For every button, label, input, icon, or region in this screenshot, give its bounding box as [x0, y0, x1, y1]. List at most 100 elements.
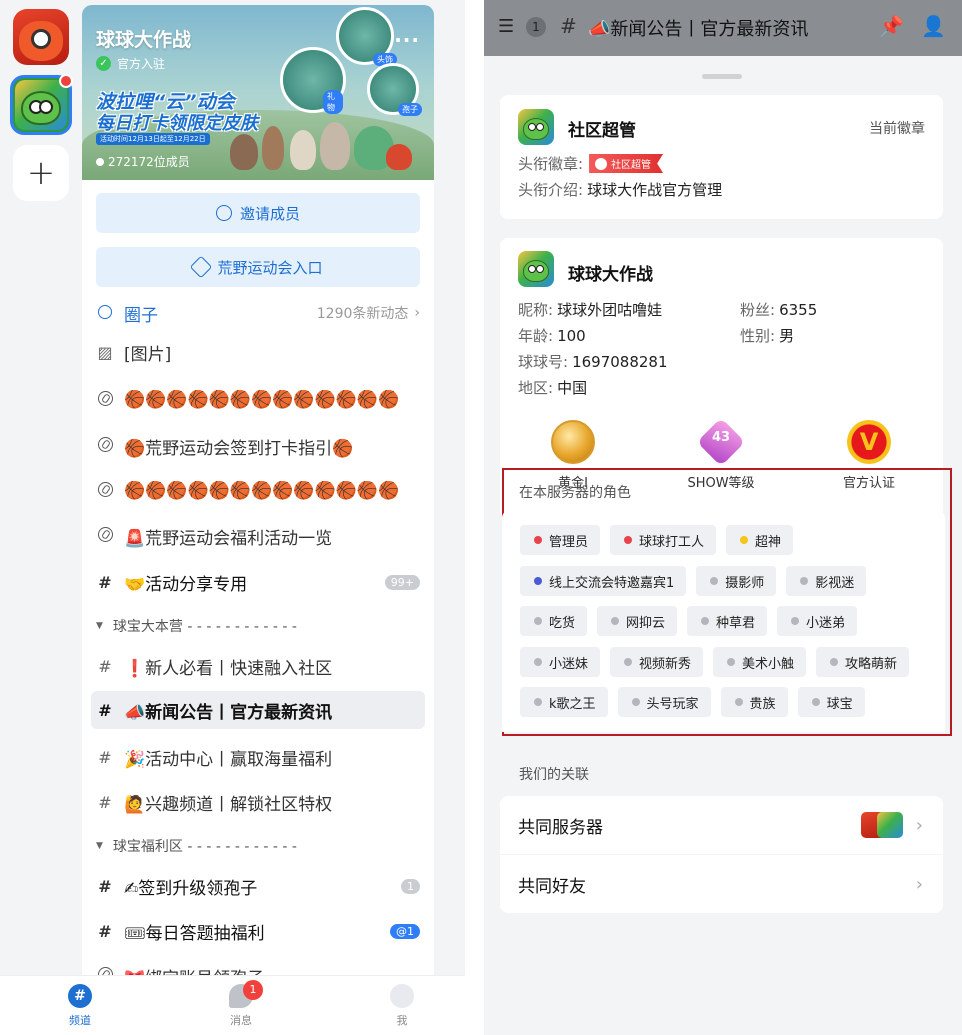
bubble-gift: 礼物 — [280, 47, 346, 114]
role-chip[interactable]: 种草君 — [687, 606, 768, 636]
channel-image-post[interactable]: ▨ [图片] — [96, 333, 420, 371]
channel-interest[interactable]: # 🙋兴趣频道丨解锁社区特权 — [96, 783, 420, 821]
common-friends-row[interactable]: 共同好友 › — [500, 855, 943, 913]
link-icon — [97, 481, 113, 497]
roles-title: 在本服务器的角色 — [519, 485, 631, 501]
chevron-right-icon: › — [915, 873, 923, 895]
hash-icon: # — [560, 14, 577, 38]
role-chip[interactable]: 攻略萌新 — [816, 647, 910, 677]
chevron-right-icon: › — [915, 814, 923, 836]
channel-activity-center[interactable]: # 🎉活动中心丨赢取海量福利 — [96, 738, 420, 776]
pin-icon[interactable]: 📌 — [879, 14, 904, 38]
role-chip[interactable]: 摄影师 — [696, 566, 777, 596]
role-color-dot — [534, 577, 542, 585]
roles-list: 管理员 球球打工人 超神线上交流会特邀嘉宾1 摄影师 影视迷吃货 网抑云 种草君 小迷弟小迷妹… — [502, 510, 945, 732]
circle-entry[interactable]: 圈子 1290条新动态 › — [96, 294, 420, 332]
channel-checkin[interactable]: # ✍签到升级领孢子 1 — [96, 867, 420, 905]
more-icon[interactable]: ... — [394, 23, 420, 47]
role-color-dot — [631, 698, 640, 706]
add-server-button[interactable]: + — [13, 145, 69, 201]
avatar — [390, 984, 414, 1008]
hash-icon: # — [98, 700, 112, 720]
channel-link[interactable]: 🏀🏀🏀🏀🏀🏀🏀🏀🏀🏀🏀🏀🏀 — [96, 381, 420, 419]
role-color-dot — [534, 536, 542, 544]
hash-icon: # — [98, 656, 112, 676]
link-icon — [97, 436, 113, 452]
role-chip[interactable]: 超神 — [726, 525, 794, 555]
link-icon — [97, 966, 113, 975]
server-icon-qiuqiu[interactable] — [10, 74, 73, 135]
channel-activity-share[interactable]: # 🤝活动分享专用 99+ — [96, 563, 420, 601]
channel-link[interactable]: 🏀荒野运动会签到打卡指引🏀 — [96, 427, 420, 465]
role-chip[interactable]: k歌之王 — [520, 687, 608, 717]
role-chip[interactable]: 小迷妹 — [520, 647, 601, 677]
hash-lock-icon: # — [98, 876, 112, 896]
promo-subtitle: 每日打卡领限定皮肤 — [96, 113, 258, 134]
role-chip[interactable]: 球球打工人 — [610, 525, 717, 555]
add-user-icon — [215, 205, 232, 221]
caret-down-icon: ▼ — [96, 621, 103, 631]
drag-handle[interactable] — [702, 74, 742, 79]
verified-v-icon: V — [847, 420, 891, 464]
channel-daily-quiz[interactable]: # 🎟每日答题抽福利 @1 — [96, 912, 420, 950]
hash-icon: # — [98, 792, 112, 812]
bubble-spore: 孢子 — [367, 63, 422, 116]
nav-tab-channel[interactable]: # 频道 — [50, 984, 110, 1028]
region-row: 地区: 中国 — [518, 379, 588, 397]
members-icon[interactable]: 👤 — [921, 14, 946, 38]
role-color-dot — [734, 698, 743, 706]
role-color-dot — [534, 658, 542, 666]
role-chip[interactable]: 小迷弟 — [777, 606, 858, 636]
role-color-dot — [534, 617, 542, 625]
channel-link[interactable]: 🏀🏀🏀🏀🏀🏀🏀🏀🏀🏀🏀🏀🏀 — [96, 472, 420, 510]
role-color-dot — [791, 617, 800, 625]
role-chip[interactable]: 影视迷 — [786, 566, 867, 596]
heart-icon — [595, 157, 608, 170]
role-color-dot — [624, 536, 633, 544]
role-chip[interactable]: 管理员 — [520, 525, 601, 555]
channel-newbie[interactable]: # ❗新人必看丨快速融入社区 — [96, 647, 420, 685]
role-color-dot — [800, 577, 809, 585]
role-color-dot — [624, 658, 633, 666]
invite-member-button[interactable]: 邀请成员 — [96, 193, 420, 233]
role-chip[interactable]: 贵族 — [720, 687, 788, 717]
nav-tab-message[interactable]: 消息 1 — [211, 980, 271, 1028]
title-badge-row: 头衔徽章: 社区超管 — [518, 153, 664, 174]
category-header[interactable]: ▼ 球宝福利区 - - - - - - - - - - - - — [96, 833, 420, 859]
role-chip[interactable]: 视频新秀 — [610, 647, 704, 677]
server-banner[interactable]: 头饰 礼物 孢子 球球大作战 ✓ 官方入驻 ... 波拉哩“云”动会 每日打卡领… — [82, 5, 434, 180]
hash-lock-icon: # — [98, 572, 112, 592]
wild-games-entry-button[interactable]: 荒野运动会入口 — [96, 247, 420, 287]
role-chip[interactable]: 头号玩家 — [617, 687, 711, 717]
fans-row: 粉丝: 6355 — [740, 301, 818, 319]
current-badge-label: 当前徽章 — [869, 121, 925, 137]
role-chip[interactable]: 球宝 — [797, 687, 865, 717]
common-servers-row[interactable]: 共同服务器 › — [500, 796, 943, 854]
server-icon-red-monster[interactable] — [13, 9, 69, 65]
circle-icon — [98, 304, 112, 319]
avatar[interactable] — [518, 251, 554, 287]
menu-icon[interactable]: ☰ — [498, 16, 514, 37]
channel-link[interactable]: 🚨荒野运动会福利活动一览 — [96, 517, 420, 555]
image-icon: ▨ — [97, 342, 113, 362]
category-header[interactable]: ▼ 球宝大本营 - - - - - - - - - - - - — [96, 613, 420, 639]
role-color-dot — [710, 577, 719, 585]
unread-badge: 99+ — [384, 574, 420, 590]
atom-icon — [190, 255, 213, 279]
role-chip[interactable]: 吃货 — [520, 606, 588, 636]
role-chip[interactable]: 网抑云 — [597, 606, 678, 636]
check-icon: ✓ — [96, 56, 111, 71]
gender-row: 性别: 男 — [740, 327, 795, 345]
role-chip[interactable]: 美术小触 — [713, 647, 807, 677]
role-color-dot — [830, 658, 839, 666]
promo-date: 活动时间12月13日起至12月22日 — [96, 133, 210, 145]
chevron-right-icon: › — [414, 305, 420, 321]
role-color-dot — [534, 698, 542, 706]
avatar — [518, 109, 554, 145]
role-chip[interactable]: 线上交流会特邀嘉宾1 — [520, 566, 687, 596]
title-badge-tag: 社区超管 — [589, 154, 664, 173]
link-icon — [97, 390, 113, 406]
channel-bind-account[interactable]: 🎀绑定账号领孢子 — [96, 957, 420, 975]
nav-tab-me[interactable]: 我 — [372, 984, 432, 1028]
channel-news-active[interactable]: # 📣新闻公告丨官方最新资讯 — [91, 691, 425, 729]
